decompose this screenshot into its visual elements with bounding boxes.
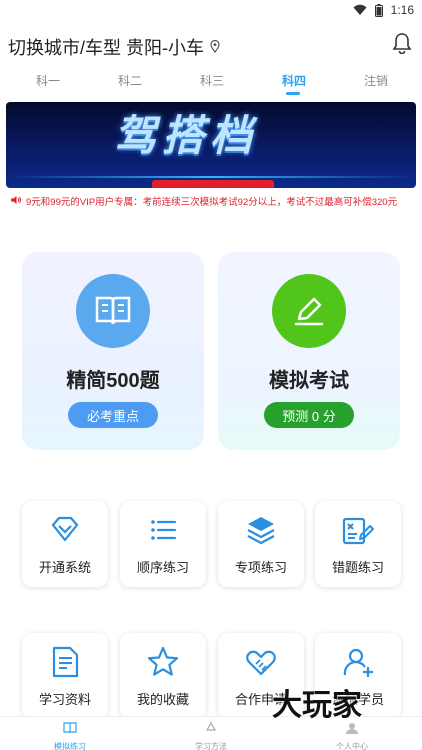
diamond-icon <box>48 513 82 547</box>
location-pin-icon <box>210 37 220 58</box>
speaker-icon <box>10 192 22 210</box>
star-icon <box>146 645 180 679</box>
tab-subject-4[interactable]: 科四 <box>282 72 306 89</box>
tab-subject-2[interactable]: 科二 <box>118 72 142 89</box>
nav-study-methods[interactable]: 学习方法 <box>171 721 251 750</box>
mock-exam-card[interactable]: 模拟考试 预测 0 分 <box>218 252 400 450</box>
nav-label: 模拟练习 <box>54 742 86 750</box>
add-user-icon <box>341 645 375 679</box>
subject-tabs: 科一 科二 科三 科四 注销 <box>0 70 422 96</box>
grid-label: 开通系统 <box>38 560 91 575</box>
layers-icon <box>244 513 278 547</box>
recycle-icon <box>204 721 218 738</box>
predicted-score-badge[interactable]: 预测 0 分 <box>264 402 354 428</box>
tab-subject-3[interactable]: 科三 <box>200 72 224 89</box>
card-title: 精简500题 <box>66 370 160 392</box>
tab-subject-1[interactable]: 科一 <box>36 72 60 89</box>
open-system-button[interactable]: 开通系统 <box>22 501 108 587</box>
promo-banner[interactable]: 驾搭档 <box>6 102 416 188</box>
battery-icon <box>374 3 383 17</box>
my-favorites-button[interactable]: 我的收藏 <box>120 633 206 719</box>
practice-book-icon <box>63 721 77 738</box>
grid-label: 我的收藏 <box>136 692 189 707</box>
status-bar: 1:16 <box>0 0 422 22</box>
notice-bar[interactable]: 9元和99元的VIP用户专属：考前连续三次模拟考试92分以上，考试不过最高可补偿… <box>10 192 416 210</box>
special-practice-button[interactable]: 专项练习 <box>218 501 304 587</box>
book-icon <box>76 274 150 348</box>
grid-label: 专项练习 <box>234 560 287 575</box>
card-title: 模拟考试 <box>269 370 349 392</box>
list-icon <box>146 513 180 547</box>
nav-mock-practice[interactable]: 模拟练习 <box>30 721 110 750</box>
must-know-badge[interactable]: 必考重点 <box>68 402 158 428</box>
grid-label: 错题练习 <box>331 560 384 575</box>
banner-glow-line <box>6 176 416 178</box>
banner-red-bar <box>152 180 274 188</box>
grid-label: 学习资料 <box>38 692 91 707</box>
nav-label: 个人中心 <box>336 742 368 750</box>
sequential-practice-button[interactable]: 顺序练习 <box>120 501 206 587</box>
nav-personal-center[interactable]: 个人中心 <box>312 721 392 750</box>
notice-text: 9元和99元的VIP用户专属：考前连续三次模拟考试92分以上，考试不过最高可补偿… <box>26 197 398 208</box>
streamlined-500-card[interactable]: 精简500题 必考重点 <box>22 252 204 450</box>
active-tab-indicator <box>286 92 300 95</box>
bell-icon[interactable] <box>392 32 412 59</box>
grid-label: 顺序练习 <box>136 560 189 575</box>
header: 切换城市/车型 贵阳-小车 <box>0 28 422 64</box>
wrong-questions-button[interactable]: 错题练习 <box>315 501 401 587</box>
tab-logout[interactable]: 注销 <box>364 72 388 89</box>
pencil-icon <box>272 274 346 348</box>
nav-label: 学习方法 <box>195 742 227 750</box>
watermark-logo: 大玩家 <box>272 688 362 723</box>
city-switcher[interactable]: 切换城市/车型 贵阳-小车 <box>8 34 220 60</box>
wifi-icon <box>353 4 367 16</box>
city-label: 切换城市/车型 贵阳-小车 <box>8 38 204 58</box>
status-time: 1:16 <box>390 3 414 17</box>
handshake-icon <box>244 645 278 679</box>
study-materials-button[interactable]: 学习资料 <box>22 633 108 719</box>
error-note-icon <box>341 513 375 547</box>
document-icon <box>48 645 82 679</box>
banner-title: 驾搭档 <box>114 112 259 159</box>
